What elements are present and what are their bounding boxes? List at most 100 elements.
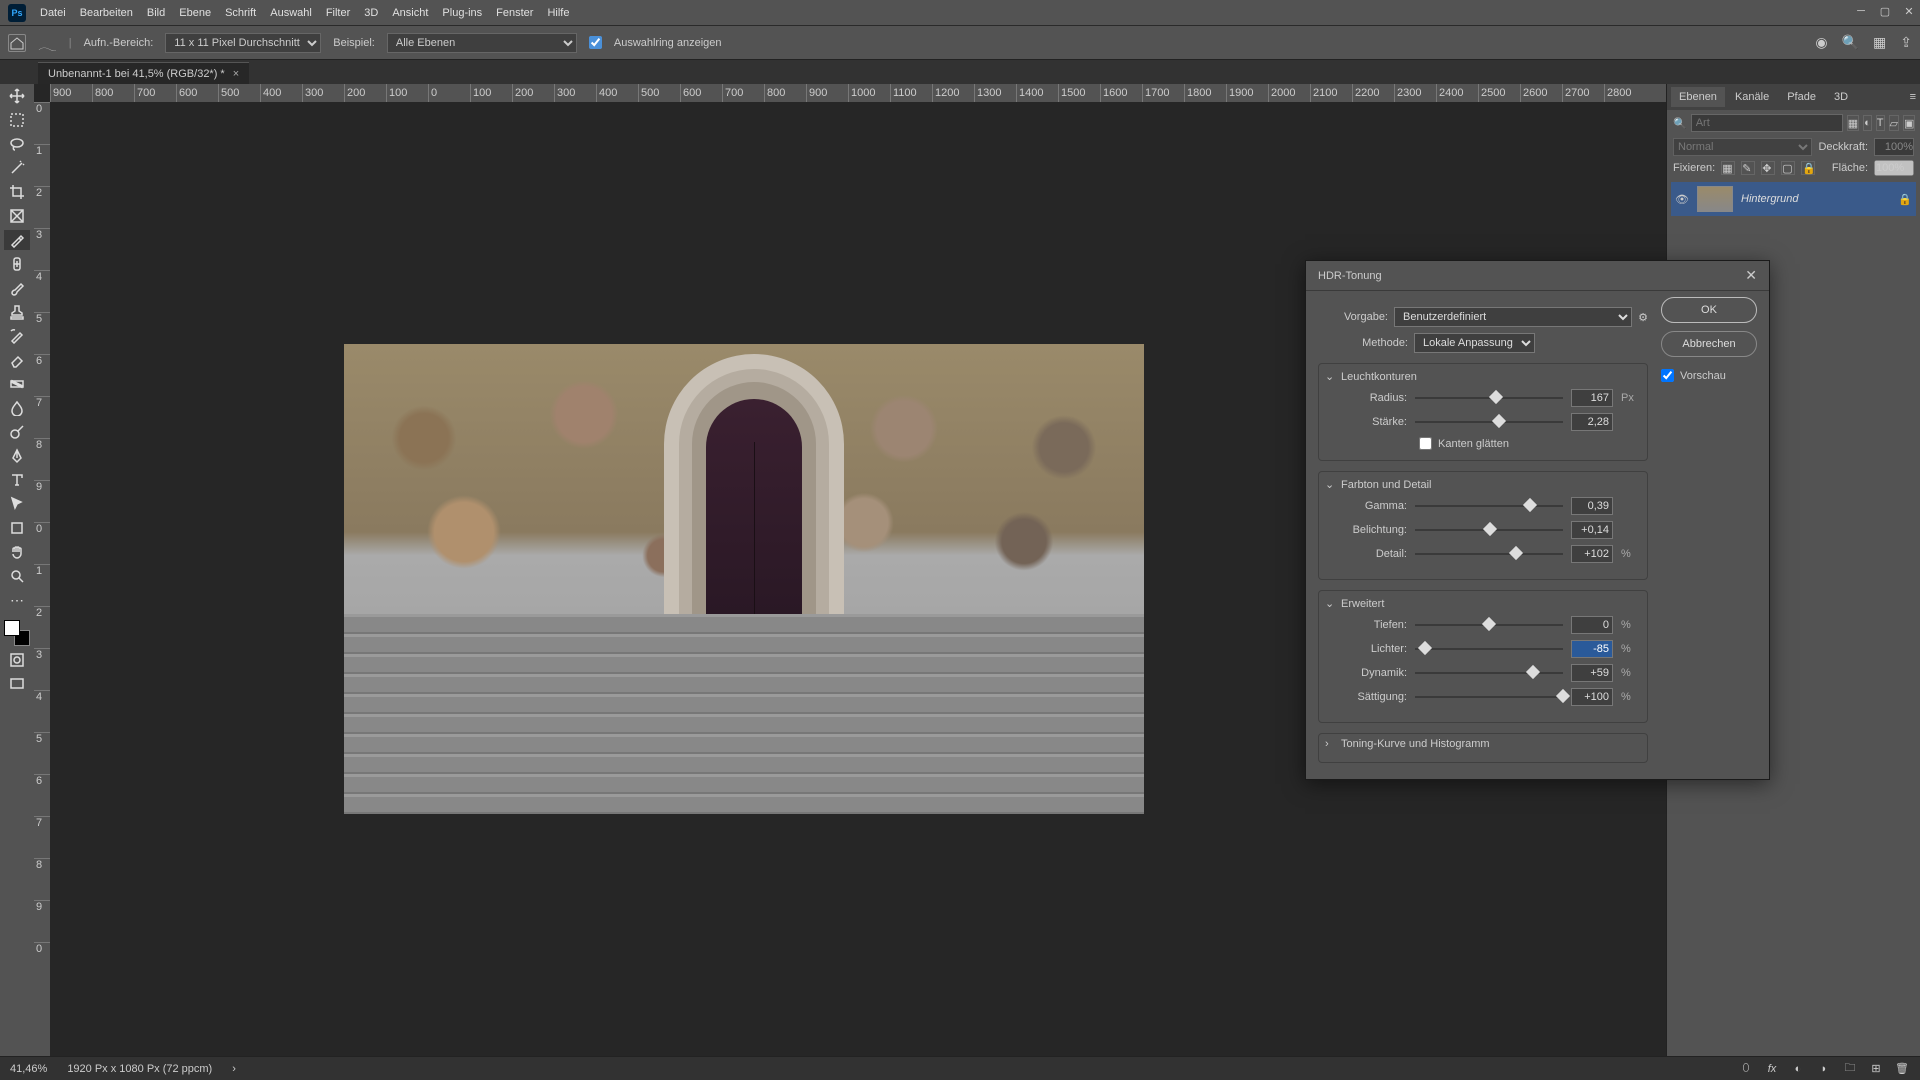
minimize-icon[interactable]: ─ [1854,4,1868,18]
preset-gear-icon[interactable]: ⚙ [1638,311,1648,324]
smooth-edges-checkbox[interactable] [1419,437,1432,450]
opacity-input[interactable] [1874,138,1914,156]
lasso-tool[interactable] [4,134,30,154]
shadow-input[interactable] [1571,616,1613,634]
dodge-tool[interactable] [4,422,30,442]
vibrance-slider[interactable] [1415,666,1563,680]
new-layer-icon[interactable]: ⊞ [1868,1061,1884,1077]
menu-plugins[interactable]: Plug-ins [442,7,482,19]
show-ring-checkbox[interactable] [589,36,602,49]
heal-tool[interactable] [4,254,30,274]
menu-ansicht[interactable]: Ansicht [392,7,428,19]
shadow-slider[interactable] [1415,618,1563,632]
highlight-slider[interactable] [1415,642,1563,656]
move-tool[interactable] [4,86,30,106]
pen-tool[interactable] [4,446,30,466]
chevron-right-icon[interactable]: › [1325,738,1335,750]
blur-tool[interactable] [4,398,30,418]
panel-menu-icon[interactable]: ≡ [1910,91,1916,103]
stamp-tool[interactable] [4,302,30,322]
vibrance-input[interactable] [1571,664,1613,682]
strength-input[interactable] [1571,413,1613,431]
layer-filter-input[interactable] [1691,114,1843,132]
chevron-down-icon[interactable]: ⌄ [1325,478,1335,491]
path-select-tool[interactable] [4,494,30,514]
exposure-input[interactable] [1571,521,1613,539]
radius-input[interactable] [1571,389,1613,407]
color-swatches[interactable] [4,620,30,646]
menu-fenster[interactable]: Fenster [496,7,533,19]
history-brush-tool[interactable] [4,326,30,346]
wand-tool[interactable] [4,158,30,178]
frame-tool[interactable] [4,206,30,226]
menu-bild[interactable]: Bild [147,7,165,19]
menu-datei[interactable]: Datei [40,7,66,19]
preview-checkbox[interactable] [1661,369,1674,382]
ok-button[interactable]: OK [1661,297,1757,323]
sample-size-select[interactable]: 11 x 11 Pixel Durchschnitt [165,33,321,53]
menu-hilfe[interactable]: Hilfe [547,7,569,19]
edit-toolbar-icon[interactable]: ⋯ [4,590,30,610]
link-icon[interactable]: ⬯ [1738,1061,1754,1077]
layer-item[interactable]: 👁 Hintergrund 🔒 [1671,182,1916,216]
tab-pfade[interactable]: Pfade [1779,87,1824,107]
group-icon[interactable]: 🗀 [1842,1061,1858,1077]
chevron-down-icon[interactable]: ⌄ [1325,597,1335,610]
zoom-tool[interactable] [4,566,30,586]
menu-3d[interactable]: 3D [364,7,378,19]
saturation-slider[interactable] [1415,690,1563,704]
filter-adjust-icon[interactable]: ◐ [1863,115,1872,131]
menu-schrift[interactable]: Schrift [225,7,256,19]
close-icon[interactable]: ✕ [1902,4,1916,18]
doc-info[interactable]: 1920 Px x 1080 Px (72 ppcm) [67,1063,212,1075]
lock-pixels-icon[interactable]: ▦ [1721,161,1735,175]
blend-mode-select[interactable]: Normal [1673,138,1812,156]
layer-thumbnail[interactable] [1697,186,1733,212]
exposure-slider[interactable] [1415,523,1563,537]
chevron-down-icon[interactable]: ⌄ [1325,370,1335,383]
tab-close-icon[interactable]: × [233,68,239,80]
detail-slider[interactable] [1415,547,1563,561]
detail-input[interactable] [1571,545,1613,563]
strength-slider[interactable] [1415,415,1563,429]
menu-filter[interactable]: Filter [326,7,350,19]
gradient-tool[interactable] [4,374,30,394]
method-select[interactable]: Lokale Anpassung [1414,333,1535,353]
cloud-docs-icon[interactable]: ◉ [1815,34,1827,51]
document-tab[interactable]: Unbenannt-1 bei 41,5% (RGB/32*) * × [38,62,249,84]
brush-tool[interactable] [4,278,30,298]
tab-ebenen[interactable]: Ebenen [1671,87,1725,107]
type-tool[interactable] [4,470,30,490]
workspace-icon[interactable]: ▦ [1873,34,1886,51]
search-icon[interactable]: 🔍 [1842,34,1859,51]
radius-slider[interactable] [1415,391,1563,405]
hand-tool[interactable] [4,542,30,562]
fill-input[interactable] [1874,160,1914,176]
layer-lock-icon[interactable]: 🔒 [1898,193,1912,206]
adjustment-icon[interactable]: ◗ [1816,1061,1832,1077]
lock-artboard-icon[interactable]: ▢ [1781,161,1795,175]
saturation-input[interactable] [1571,688,1613,706]
filter-smart-icon[interactable]: ▣ [1903,115,1915,131]
filter-shape-icon[interactable]: ▱ [1889,115,1899,131]
lock-position-icon[interactable]: ✥ [1761,161,1775,175]
gamma-slider[interactable] [1415,499,1563,513]
shape-tool[interactable] [4,518,30,538]
screenmode-icon[interactable] [4,674,30,694]
menu-bearbeiten[interactable]: Bearbeiten [80,7,133,19]
visibility-icon[interactable]: 👁 [1675,193,1689,206]
quickmask-icon[interactable] [4,650,30,670]
trash-icon[interactable]: 🗑 [1894,1061,1910,1077]
maximize-icon[interactable]: ▢ [1878,4,1892,18]
zoom-level[interactable]: 41,46% [10,1063,47,1075]
dialog-close-icon[interactable]: ✕ [1745,267,1757,284]
share-icon[interactable]: ⇪ [1900,34,1912,51]
layer-name[interactable]: Hintergrund [1741,193,1798,205]
eyedropper-icon[interactable]: 𓂃 [38,30,57,56]
preset-select[interactable]: Benutzerdefiniert [1394,307,1632,327]
marquee-tool[interactable] [4,110,30,130]
mask-icon[interactable]: ◐ [1790,1061,1806,1077]
fx-icon[interactable]: fx [1764,1061,1780,1077]
menu-ebene[interactable]: Ebene [179,7,211,19]
lock-paint-icon[interactable]: ✎ [1741,161,1755,175]
